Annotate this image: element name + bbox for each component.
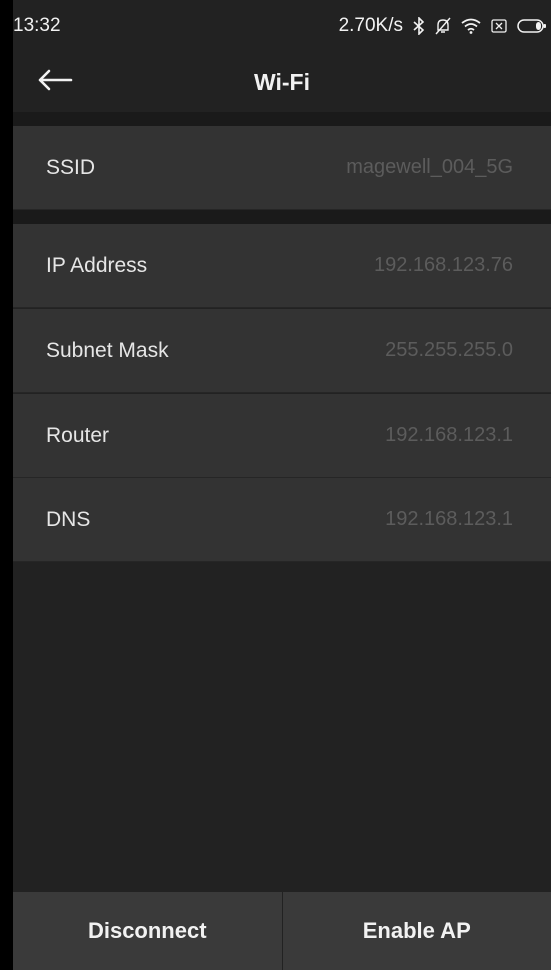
sim-icon xyxy=(491,19,507,33)
enable-ap-button[interactable]: Enable AP xyxy=(283,892,551,970)
ssid-label: SSID xyxy=(46,155,96,179)
disconnect-button[interactable]: Disconnect xyxy=(13,892,282,970)
ip-address-row: IP Address 192.168.123.76 xyxy=(13,224,551,308)
ip-address-value: 192.168.123.76 xyxy=(373,254,513,276)
subnet-mask-label: Subnet Mask xyxy=(46,338,169,362)
status-time: 13:32 xyxy=(13,15,61,36)
dns-label: DNS xyxy=(46,507,91,531)
ssid-row: SSID magewell_004_5G xyxy=(13,126,551,210)
subnet-mask-value: 255.255.255.0 xyxy=(385,339,513,361)
bell-muted-icon xyxy=(435,17,451,35)
page-title: Wi-Fi xyxy=(254,68,310,95)
battery-icon xyxy=(517,19,547,33)
router-label: Router xyxy=(46,423,110,447)
router-row: Router 192.168.123.1 xyxy=(13,394,551,478)
back-button[interactable] xyxy=(33,62,77,102)
status-indicators: 2.70K/s xyxy=(339,15,551,37)
ssid-value: magewell_004_5G xyxy=(346,156,513,178)
app-header: Wi-Fi xyxy=(13,52,551,112)
status-bar: 13:32 2.70K/s xyxy=(13,0,551,52)
group-divider xyxy=(13,112,551,126)
arrow-left-icon xyxy=(37,69,73,96)
subnet-mask-row: Subnet Mask 255.255.255.0 xyxy=(13,309,551,393)
net-speed: 2.70K/s xyxy=(338,15,403,36)
action-bar: Disconnect Enable AP xyxy=(13,892,551,970)
group-divider xyxy=(13,210,551,224)
bluetooth-icon xyxy=(413,17,425,35)
wifi-screen: 13:32 2.70K/s Wi-Fi SSID magewell_004_5G… xyxy=(0,0,551,970)
dns-value: 192.168.123.1 xyxy=(385,508,513,530)
router-value: 192.168.123.1 xyxy=(385,424,513,446)
ip-address-label: IP Address xyxy=(46,253,148,277)
left-edge-strip xyxy=(0,0,13,970)
dns-row: DNS 192.168.123.1 xyxy=(13,478,551,562)
wifi-icon xyxy=(461,18,481,34)
